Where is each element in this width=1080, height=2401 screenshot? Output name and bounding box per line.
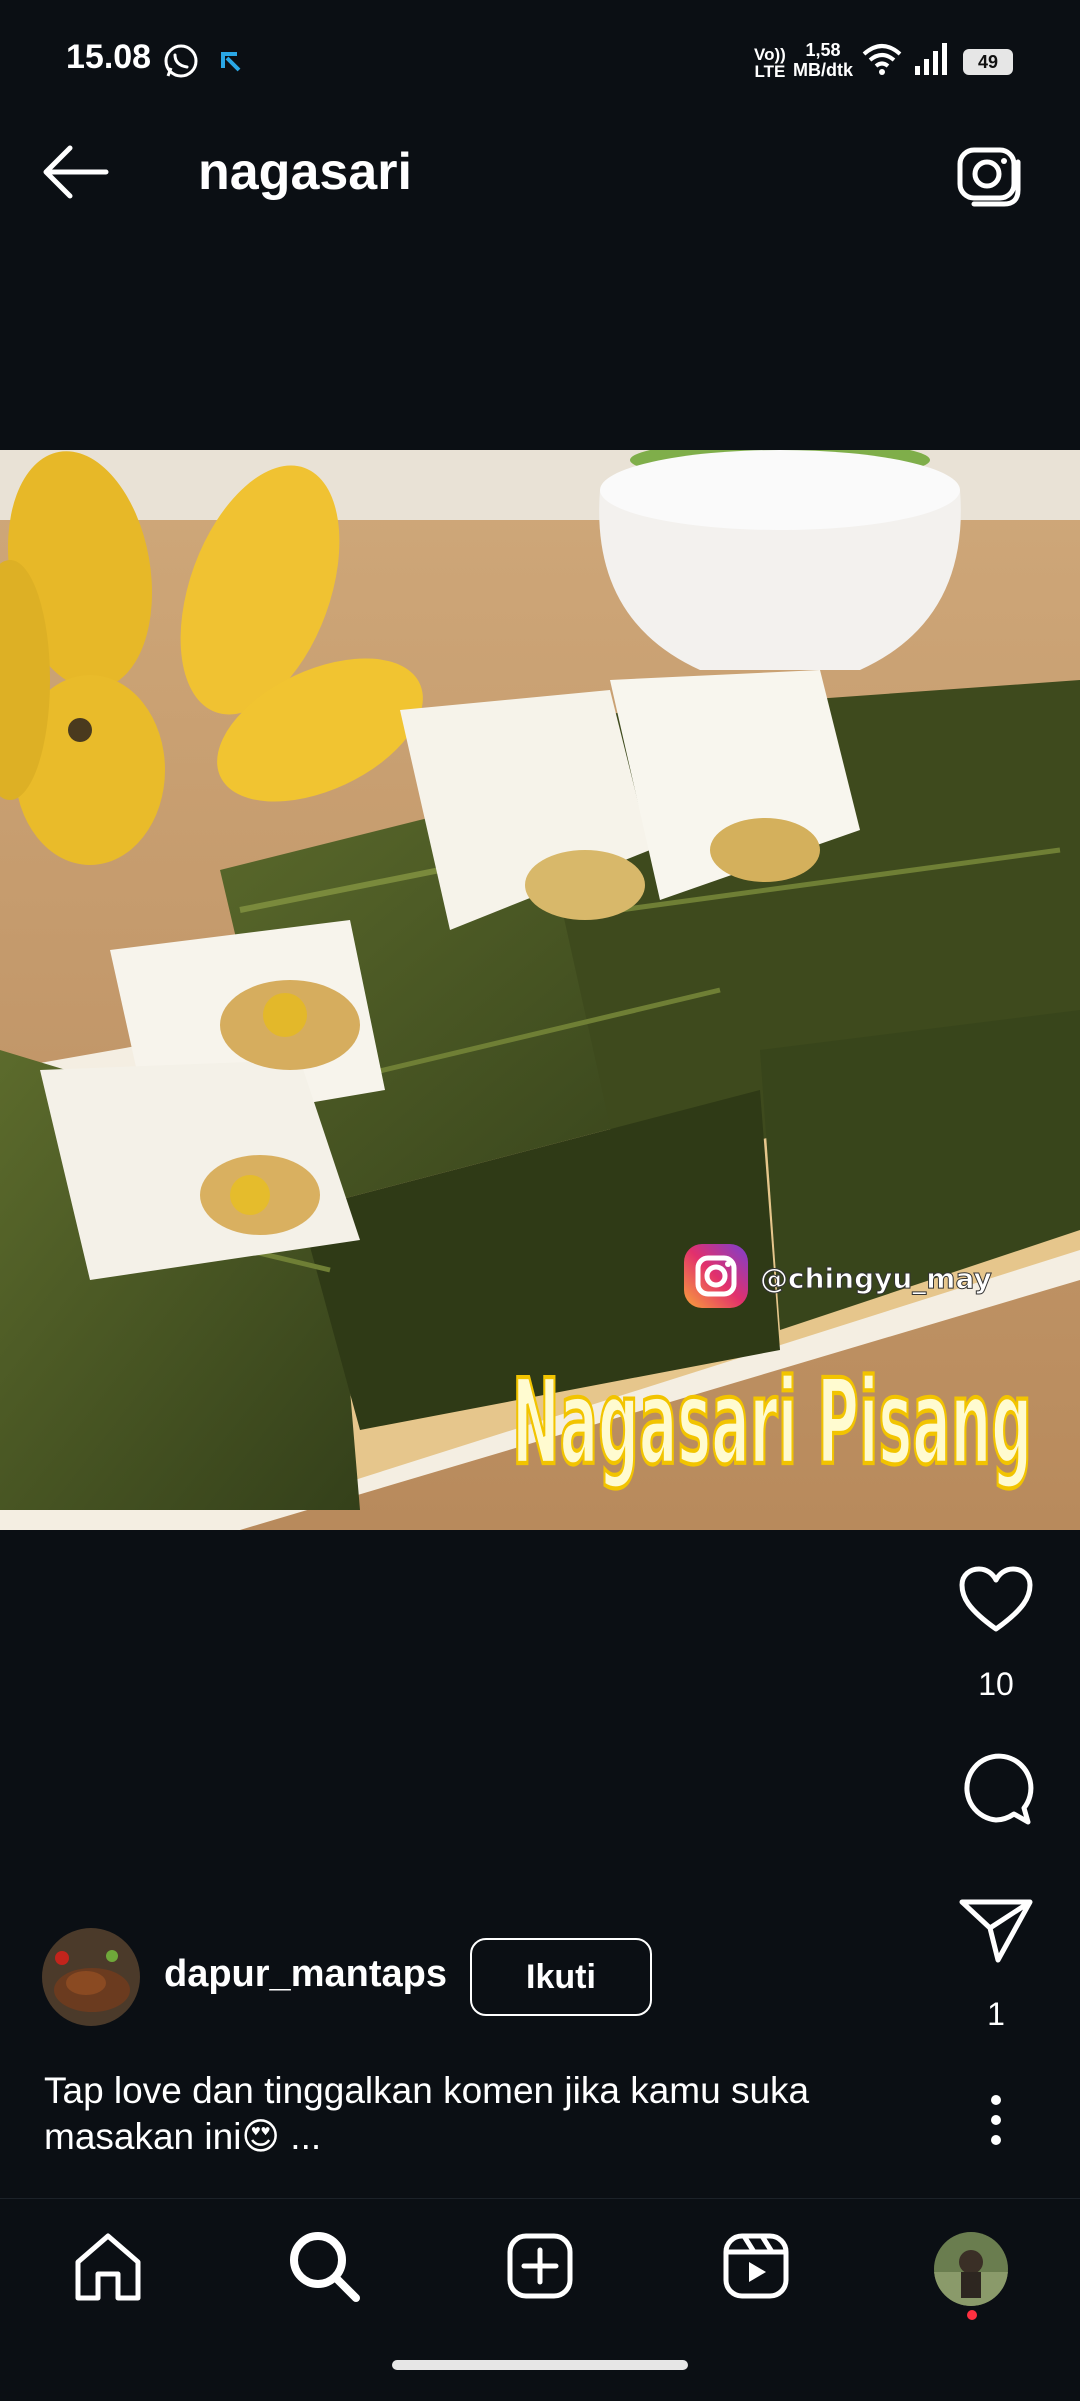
follow-button[interactable]: Ikuti [470,1938,652,2016]
signal-icon [915,43,947,75]
search-icon[interactable] [284,2226,364,2306]
share-send-icon[interactable] [958,1898,1034,1964]
volte-top: Vo)) [754,45,786,64]
post-caption[interactable]: Tap love dan tinggalkan komen jika kamu … [44,2068,924,2160]
home-indicator[interactable] [392,2360,688,2370]
profile-avatar-image [934,2232,1008,2306]
profile-avatar[interactable] [934,2232,1008,2306]
status-time: 15.08 [66,38,152,76]
battery-indicator: 49 [963,49,1013,75]
caption-more-link[interactable]: ... [290,2116,321,2157]
speed-value: 1,58 [805,40,841,60]
page-title: nagasari [198,143,412,201]
like-heart-icon[interactable] [958,1565,1034,1635]
avatar-image [42,1928,140,2026]
wifi-icon [862,44,902,75]
create-icon[interactable] [500,2226,580,2306]
author-avatar[interactable] [42,1928,140,2026]
caption-line-1: Tap love dan tinggalkan komen jika kamu … [44,2070,810,2111]
author-username[interactable]: dapur_mantaps [164,1953,447,1996]
speed-unit: MB/dtk [793,60,853,80]
back-button[interactable] [40,140,112,204]
image-watermark-handle: @chingyu_may [760,1262,992,1295]
volte-bottom: LTE [754,62,786,81]
more-options-icon[interactable] [976,2090,1016,2150]
share-count: 1 [987,1996,1005,2032]
comment-icon[interactable] [958,1750,1034,1826]
caption-line-2: masakan ini😍 ... [44,2114,924,2160]
whatsapp-icon [164,44,198,78]
home-icon[interactable] [68,2226,148,2306]
caption-line-2-text: masakan ini😍 [44,2116,281,2157]
network-speed: 1,58 MB/dtk [793,40,853,80]
camera-icon[interactable] [954,140,1026,208]
volte-indicator: Vo)) LTE [754,46,786,80]
profile-notification-dot [967,2310,977,2320]
reels-icon[interactable] [716,2226,796,2306]
app-notification-icon [221,52,241,72]
image-overlay-title: Nagasari Pisang [512,1355,1032,1492]
post-photo-illustration: @chingyu_may Nagasari Pisang [0,450,1080,1530]
like-count[interactable]: 10 [958,1666,1034,1703]
post-image[interactable]: @chingyu_may Nagasari Pisang [0,450,1080,1530]
